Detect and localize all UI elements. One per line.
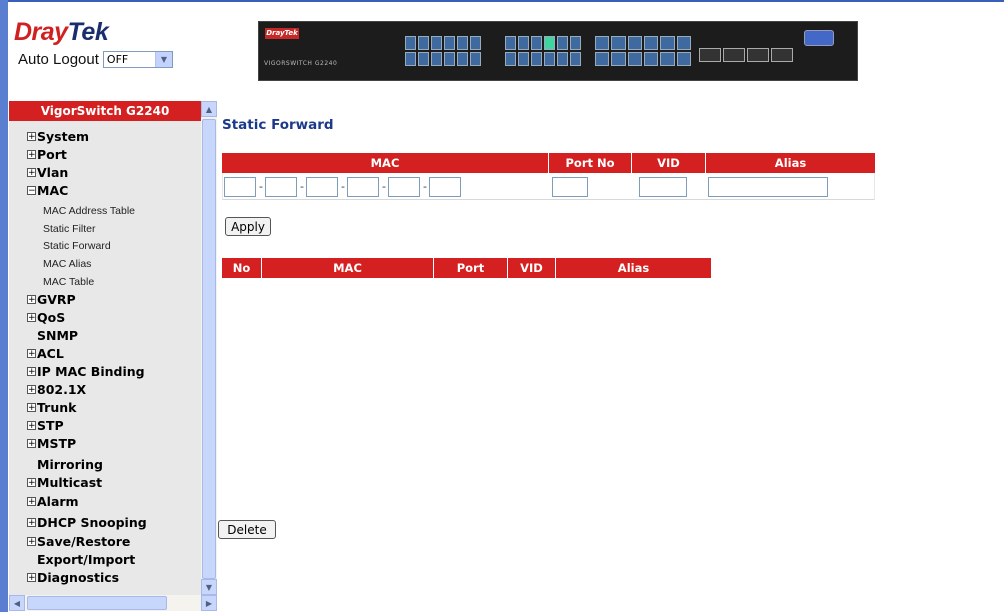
sidebar-item-alarm[interactable]: + Alarm [27,494,79,509]
mac-octet-1-input[interactable] [224,177,256,197]
sidebar-item-save-restore[interactable]: + Save/Restore [27,534,130,549]
auto-logout-select[interactable]: OFF ▼ [102,51,173,68]
sidebar-subitem-mac-alias[interactable]: MAC Alias [43,258,91,270]
scroll-thumb[interactable] [27,596,167,610]
port-group-1 [405,36,481,66]
mac-separator: - [341,180,345,193]
list-header-alias: Alias [556,258,711,278]
sidebar-item-ip-mac-binding[interactable]: + IP MAC Binding [27,364,145,379]
sidebar-item-acl[interactable]: + ACL [27,346,64,361]
expand-plus-icon[interactable]: + [27,421,36,431]
form-header-mac: MAC [222,153,549,173]
sidebar-item-mirroring[interactable]: Mirroring [37,457,103,472]
expand-plus-icon[interactable]: + [27,132,36,142]
apply-button[interactable]: Apply [225,217,271,236]
list-header-vid: VID [508,258,556,278]
sidebar-item-diagnostics[interactable]: + Diagnostics [27,570,119,585]
auto-logout: Auto Logout OFF ▼ [18,51,173,68]
sidebar-item-multicast[interactable]: + Multicast [27,475,102,490]
port-no-input[interactable] [552,177,588,197]
expand-plus-icon[interactable]: + [27,573,36,583]
expand-plus-icon[interactable]: + [27,403,36,413]
form-header-alias: Alias [706,153,875,173]
sidebar-item-dhcp-snooping[interactable]: + DHCP Snooping [27,515,147,530]
top-border [0,0,1004,2]
sfp-slot [747,48,769,62]
left-frame-border [0,0,8,612]
scroll-left-icon[interactable]: ◀ [9,595,25,611]
expand-plus-icon[interactable]: + [27,150,36,160]
sfp-slot [771,48,793,62]
expand-plus-icon[interactable]: + [27,518,36,528]
mac-separator: - [382,180,386,193]
sidebar-subitem-mac-table[interactable]: MAC Table [43,276,94,288]
sidebar-item-mstp[interactable]: + MSTP [27,436,76,451]
sidebar-subitem-mac-address-table[interactable]: MAC Address Table [43,205,135,217]
expand-plus-icon[interactable]: + [27,168,36,178]
draytek-logo: DrayTek [14,18,109,46]
sfp-slot [699,48,721,62]
port-group-3 [595,36,691,66]
expand-plus-icon[interactable]: + [27,349,36,359]
form-header-port-no: Port No [549,153,632,173]
expand-plus-icon[interactable]: + [27,313,36,323]
mac-separator: - [300,180,304,193]
expand-plus-icon[interactable]: + [27,537,36,547]
chevron-down-icon[interactable]: ▼ [154,52,172,67]
sidebar-horizontal-scrollbar[interactable]: ◀ ▶ [9,595,217,611]
expand-plus-icon[interactable]: + [27,478,36,488]
sidebar-vertical-scrollbar[interactable]: ▲ ▼ [201,101,217,595]
mac-octet-6-input[interactable] [429,177,461,197]
page-title: Static Forward [222,117,334,133]
vid-input[interactable] [639,177,687,197]
sidebar-item-vlan[interactable]: + Vlan [27,165,68,180]
sidebar-item-mac[interactable]: − MAC [27,183,68,198]
sidebar-item-export-import[interactable]: Export/Import [37,552,135,567]
sidebar-item-gvrp[interactable]: + GVRP [27,292,76,307]
mac-octet-3-input[interactable] [306,177,338,197]
mac-octet-4-input[interactable] [347,177,379,197]
sidebar-item-stp[interactable]: + STP [27,418,64,433]
scroll-down-icon[interactable]: ▼ [201,579,217,595]
sidebar-item-snmp[interactable]: SNMP [37,328,78,343]
auto-logout-label: Auto Logout [18,51,99,68]
expand-plus-icon[interactable]: + [27,367,36,377]
scroll-thumb[interactable] [202,119,216,579]
auto-logout-value: OFF [106,53,129,66]
expand-plus-icon[interactable]: + [27,497,36,507]
console-port [804,30,834,46]
sidebar-subitem-static-forward[interactable]: Static Forward [43,240,111,252]
list-header-no: No [222,258,262,278]
scroll-up-icon[interactable]: ▲ [201,101,217,117]
scroll-right-icon[interactable]: ▶ [201,595,217,611]
expand-plus-icon[interactable]: + [27,439,36,449]
mac-octet-2-input[interactable] [265,177,297,197]
collapse-minus-icon[interactable]: − [27,186,36,196]
sidebar-item-8021x[interactable]: +802.1X [27,382,86,397]
sidebar-menu: VigorSwitch G2240 + System + Port + Vlan − M… [9,101,201,595]
form-header-vid: VID [632,153,706,173]
sidebar-item-qos[interactable]: + QoS [27,310,65,325]
port-group-2 [505,36,581,66]
sidebar-subitem-static-filter[interactable]: Static Filter [43,223,96,235]
switch-front-panel-image: DrayTek VIGORSWITCH G2240 [258,21,858,81]
expand-plus-icon[interactable]: + [27,385,36,395]
sidebar-item-trunk[interactable]: + Trunk [27,400,76,415]
list-header-port: Port [434,258,508,278]
expand-plus-icon[interactable]: + [27,295,36,305]
device-model-label: VIGORSWITCH G2240 [264,60,338,67]
sfp-slot [723,48,745,62]
sidebar-title: VigorSwitch G2240 [9,101,201,121]
mac-separator: - [259,180,263,193]
sidebar-item-port[interactable]: + Port [27,147,67,162]
mac-octet-5-input[interactable] [388,177,420,197]
alias-input[interactable] [708,177,828,197]
delete-button[interactable]: Delete [218,520,276,539]
mac-separator: - [423,180,427,193]
list-header-mac: MAC [262,258,434,278]
device-brand-label: DrayTek [265,28,299,39]
sidebar-item-system[interactable]: + System [27,129,89,144]
